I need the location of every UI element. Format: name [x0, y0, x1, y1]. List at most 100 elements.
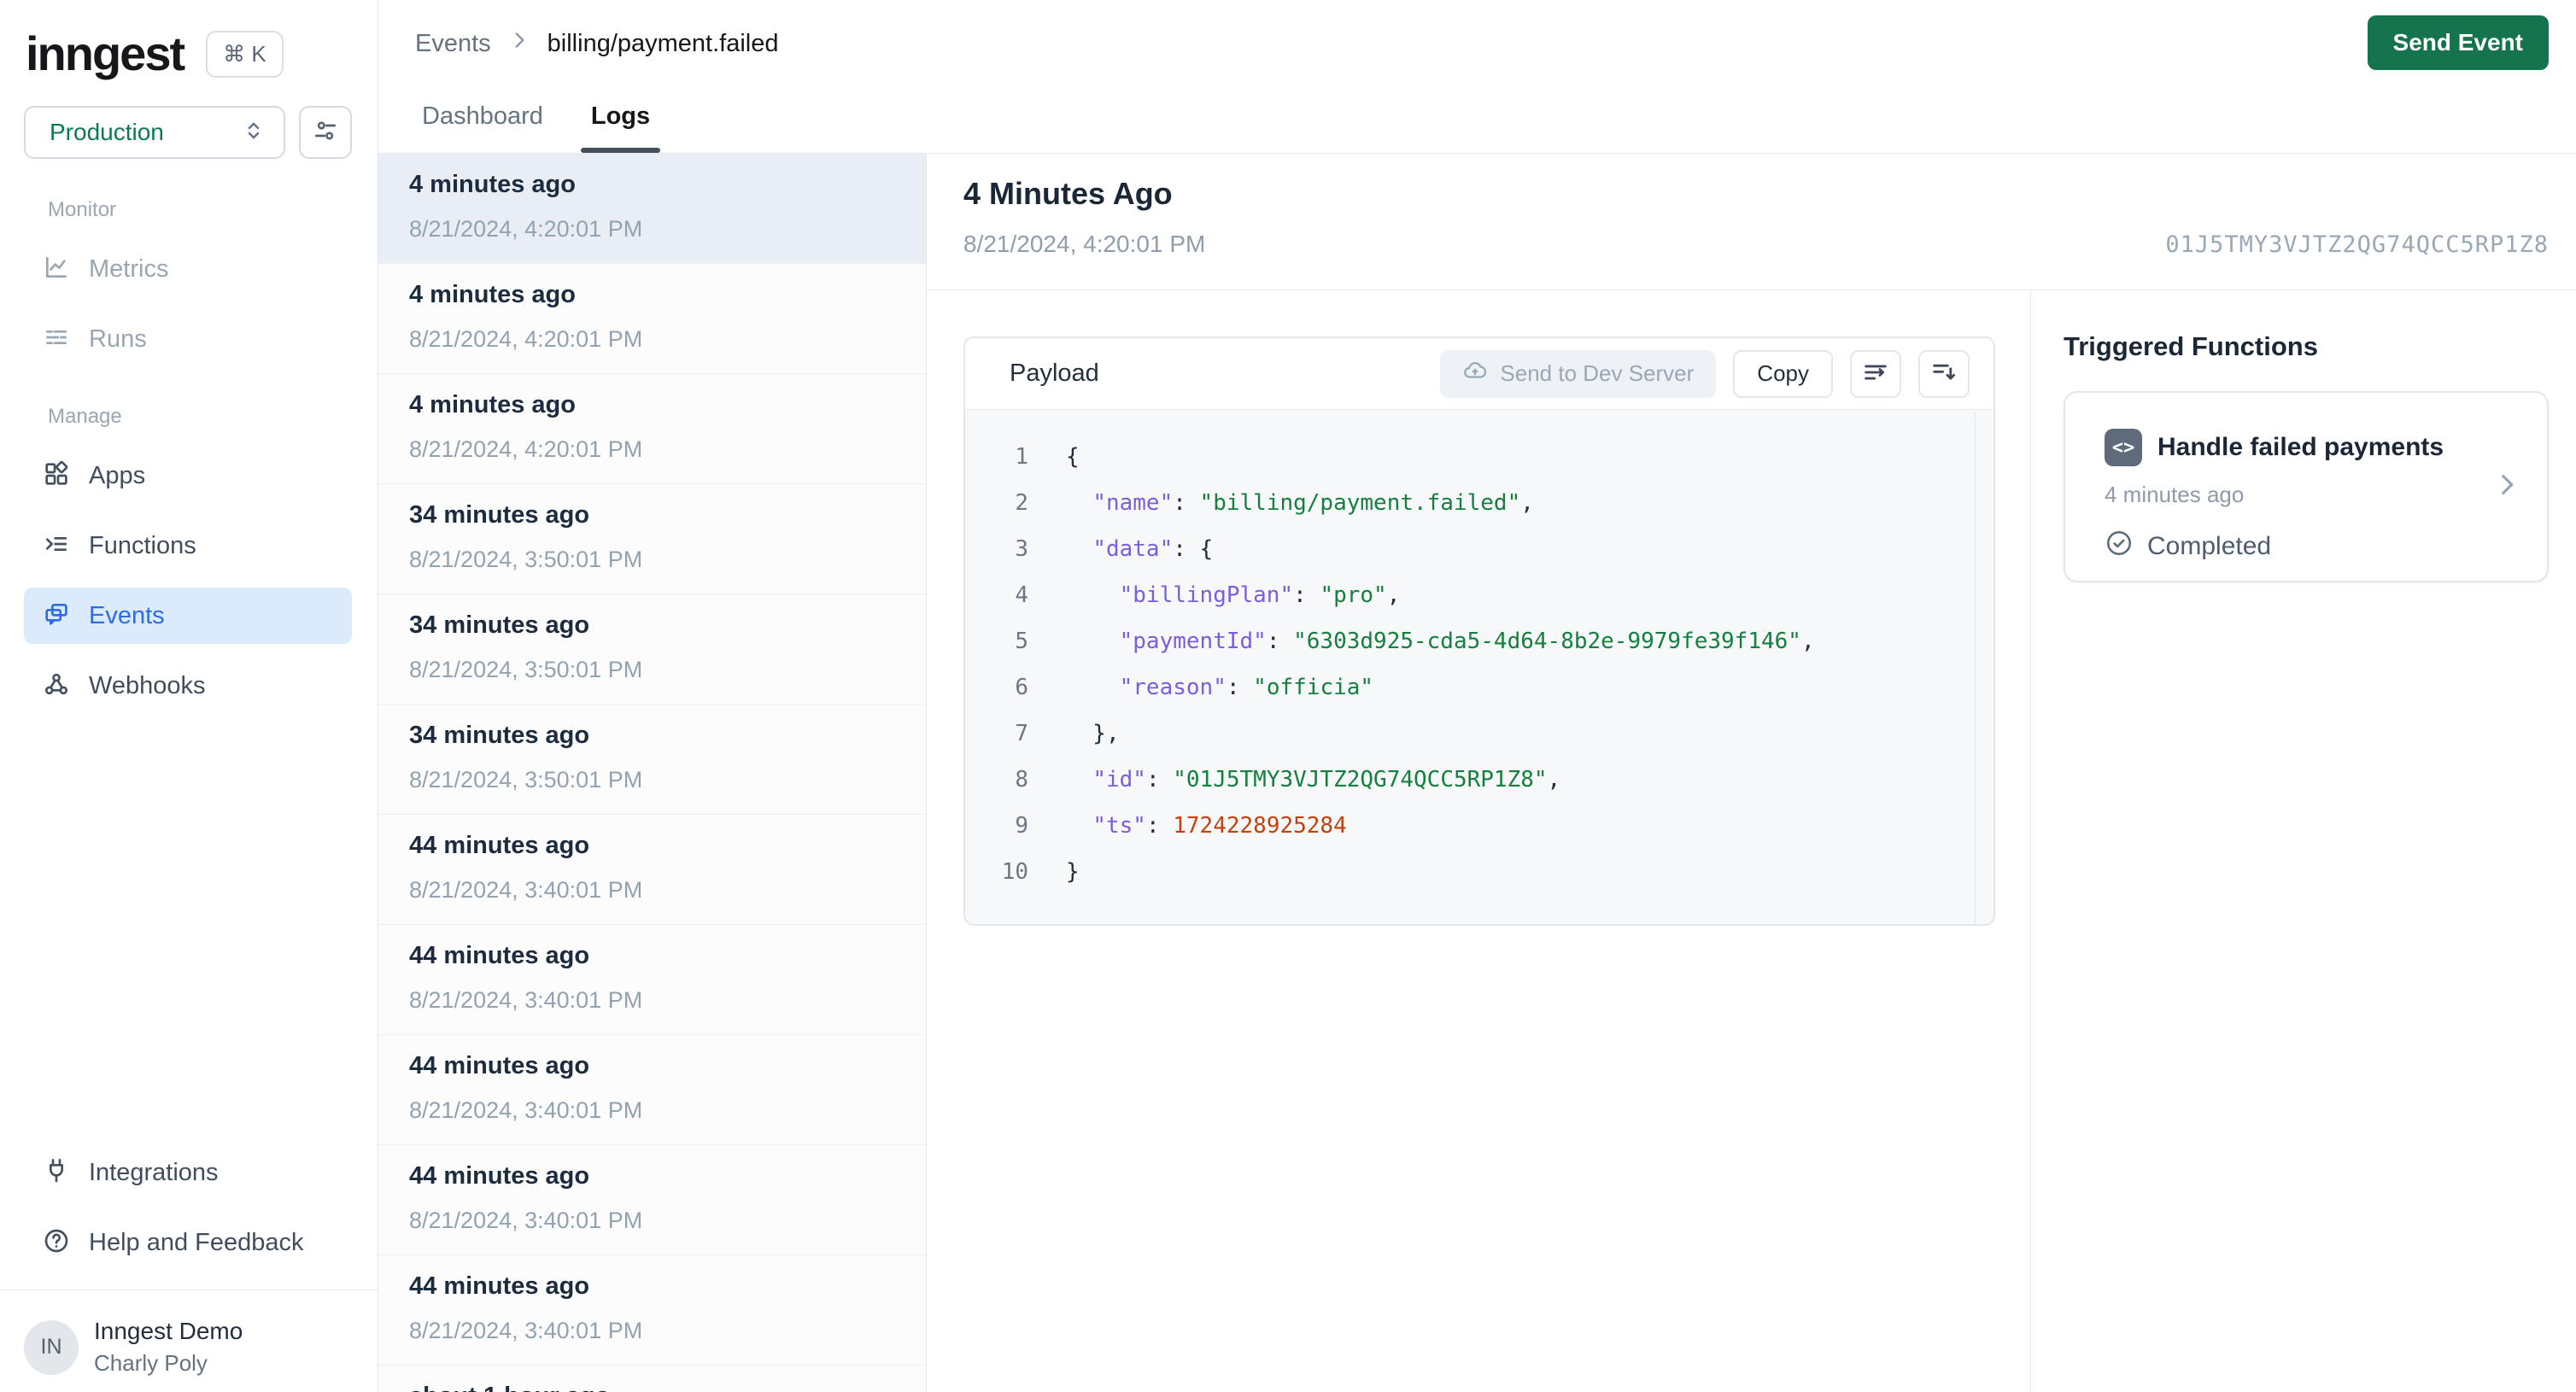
sliders-icon: [312, 117, 339, 149]
sidebar-item-label: Runs: [89, 325, 147, 353]
inngest-logo[interactable]: inngest: [26, 30, 185, 78]
line-number: 5: [1015, 629, 1028, 654]
line-content: "ts": 1724228925284: [1092, 813, 1347, 839]
sidebar-item-apps[interactable]: Apps: [24, 447, 352, 504]
event-list-item[interactable]: 4 minutes ago 8/21/2024, 4:20:01 PM: [378, 154, 926, 264]
app-root: inngest ⌘ K Production Monitor Metrics Run…: [0, 0, 2576, 1392]
event-relative-time: 4 minutes ago: [409, 171, 576, 198]
environment-filter-button[interactable]: [299, 106, 352, 159]
command-k-badge[interactable]: ⌘ K: [206, 30, 284, 78]
event-list-item[interactable]: 44 minutes ago 8/21/2024, 3:40:01 PM: [378, 1255, 926, 1366]
line-number: 9: [1015, 813, 1028, 839]
chevron-right-icon: [2492, 471, 2521, 504]
event-list-item[interactable]: 34 minutes ago 8/21/2024, 3:50:01 PM: [378, 705, 926, 815]
send-event-button[interactable]: Send Event: [2367, 15, 2549, 70]
sidebar-item-webhooks[interactable]: Webhooks: [24, 658, 352, 714]
wrap-text-icon: [1861, 358, 1890, 389]
breadcrumb-events-link[interactable]: Events: [415, 30, 491, 58]
event-list-item[interactable]: 34 minutes ago 8/21/2024, 3:50:01 PM: [378, 594, 926, 705]
event-relative-time: 44 minutes ago: [409, 1052, 590, 1079]
event-list-item[interactable]: 44 minutes ago 8/21/2024, 3:40:01 PM: [378, 925, 926, 1035]
line-number: 6: [1015, 675, 1028, 700]
sidebar-item-label: Integrations: [89, 1158, 219, 1186]
event-relative-time: 44 minutes ago: [409, 942, 590, 969]
code-line: 2 "name": "billing/payment.failed",: [965, 480, 1993, 526]
sidebar-item-functions[interactable]: Functions: [24, 518, 352, 574]
sidebar-nav: Monitor Metrics Runs Manage Apps Functions Eve…: [0, 159, 378, 728]
cloud-upload-icon: [1462, 358, 1488, 389]
line-content: "id": "01J5TMY3VJTZ2QG74QCC5RP1Z8",: [1092, 767, 1561, 793]
line-number: 7: [1015, 721, 1028, 746]
event-relative-time: 44 minutes ago: [409, 1272, 590, 1300]
body: 4 minutes ago 8/21/2024, 4:20:01 PM 4 minu…: [378, 154, 2576, 1392]
line-content: {: [1066, 444, 1080, 470]
sidebar-item-events[interactable]: Events: [24, 588, 352, 644]
events-icon: [43, 600, 70, 632]
line-content: "reason": "officia": [1119, 675, 1374, 700]
event-absolute-time: 8/21/2024, 3:50:01 PM: [409, 657, 643, 682]
scroll-to-bottom-button[interactable]: [1918, 349, 1970, 398]
payload-card-header: Payload Send to Dev Server Copy: [965, 338, 1993, 410]
code-line: 5 "paymentId": "6303d925-cda5-4d64-8b2e-…: [965, 618, 1993, 664]
sidebar-item-integrations[interactable]: Integrations: [24, 1144, 352, 1201]
webhooks-icon: [43, 670, 70, 702]
code-line: 8 "id": "01J5TMY3VJTZ2QG74QCC5RP1Z8",: [965, 757, 1993, 803]
sidebar: inngest ⌘ K Production Monitor Metrics Run…: [0, 0, 378, 1392]
event-list-item[interactable]: 44 minutes ago 8/21/2024, 3:40:01 PM: [378, 1145, 926, 1255]
event-list-item[interactable]: 34 minutes ago 8/21/2024, 3:50:01 PM: [378, 484, 926, 594]
integrations-icon: [43, 1157, 70, 1189]
line-content: "name": "billing/payment.failed",: [1092, 490, 1534, 516]
event-absolute-time: 8/21/2024, 4:20:01 PM: [409, 326, 643, 352]
code-scrollbar-gutter[interactable]: [1975, 412, 1993, 924]
function-title: Handle failed payments: [2157, 433, 2444, 461]
wrap-text-button[interactable]: [1850, 349, 1901, 398]
line-number: 8: [1015, 767, 1028, 793]
code-line: 10}: [965, 849, 1993, 895]
triggered-functions-heading: Triggered Functions: [2064, 331, 2318, 361]
event-list-item[interactable]: 44 minutes ago 8/21/2024, 3:40:01 PM: [378, 815, 926, 925]
sidebar-item-runs[interactable]: Runs: [24, 311, 352, 367]
sidebar-item-label: Webhooks: [89, 671, 206, 699]
sidebar-item-label: Help and Feedback: [89, 1228, 304, 1256]
event-detail: 4 Minutes Ago 8/21/2024, 4:20:01 PM 01J5…: [927, 154, 2576, 1392]
function-status: Completed: [2105, 529, 2511, 564]
code-line: 7 },: [965, 711, 1993, 757]
event-absolute-time: 8/21/2024, 3:40:01 PM: [409, 1318, 643, 1343]
copy-button[interactable]: Copy: [1733, 349, 1833, 398]
user-row[interactable]: IN Inngest Demo Charly Poly: [24, 1318, 352, 1377]
sidebar-section-label: Monitor: [48, 198, 117, 221]
event-absolute-time: 8/21/2024, 3:50:01 PM: [409, 547, 643, 572]
event-id: 01J5TMY3VJTZ2QG74QCC5RP1Z8: [2165, 231, 2549, 258]
tab-logs[interactable]: Logs: [580, 102, 661, 153]
payload-code[interactable]: 1{2 "name": "billing/payment.failed", 3 "…: [965, 410, 1993, 924]
line-number: 4: [1015, 582, 1028, 608]
code-line: 9 "ts": 1724228925284: [965, 803, 1993, 849]
user-name: Charly Poly: [94, 1350, 208, 1376]
event-list-item[interactable]: about 1 hour ago: [378, 1366, 926, 1392]
logo-row: inngest ⌘ K: [0, 0, 378, 82]
event-list-item[interactable]: 4 minutes ago 8/21/2024, 4:20:01 PM: [378, 264, 926, 374]
event-absolute-time: 8/21/2024, 3:40:01 PM: [409, 877, 643, 903]
sidebar-item-help-and-feedback[interactable]: Help and Feedback: [24, 1214, 352, 1271]
help-icon: [43, 1227, 70, 1259]
event-list-item[interactable]: 44 minutes ago 8/21/2024, 3:40:01 PM: [378, 1035, 926, 1145]
line-number: 2: [1015, 490, 1028, 516]
event-relative-time: 34 minutes ago: [409, 722, 590, 749]
event-list: 4 minutes ago 8/21/2024, 4:20:01 PM 4 minu…: [378, 154, 927, 1392]
triggered-function-card[interactable]: <> Handle failed payments 4 minutes ago: [2064, 391, 2549, 582]
chevron-right-icon: [508, 29, 530, 58]
event-list-item[interactable]: 4 minutes ago 8/21/2024, 4:20:01 PM: [378, 374, 926, 484]
sidebar-item-metrics[interactable]: Metrics: [24, 241, 352, 297]
lines-arrow-down-icon: [1929, 358, 1958, 389]
code-line: 4 "billingPlan": "pro",: [965, 572, 1993, 618]
content: Events billing/payment.failed Dashboard …: [378, 0, 2576, 1392]
send-to-dev-server-button[interactable]: Send to Dev Server: [1440, 349, 1717, 398]
environment-select[interactable]: Production: [24, 106, 285, 159]
event-absolute-time: 8/21/2024, 4:20:01 PM: [409, 436, 643, 462]
event-relative-time: 4 minutes ago: [409, 391, 576, 418]
event-relative-time: 34 minutes ago: [409, 611, 590, 639]
event-relative-time: 44 minutes ago: [409, 832, 590, 859]
sidebar-footer: Integrations Help and Feedback IN Innges…: [0, 1144, 378, 1392]
tab-dashboard[interactable]: Dashboard: [415, 102, 550, 153]
line-content: },: [1066, 721, 1120, 746]
